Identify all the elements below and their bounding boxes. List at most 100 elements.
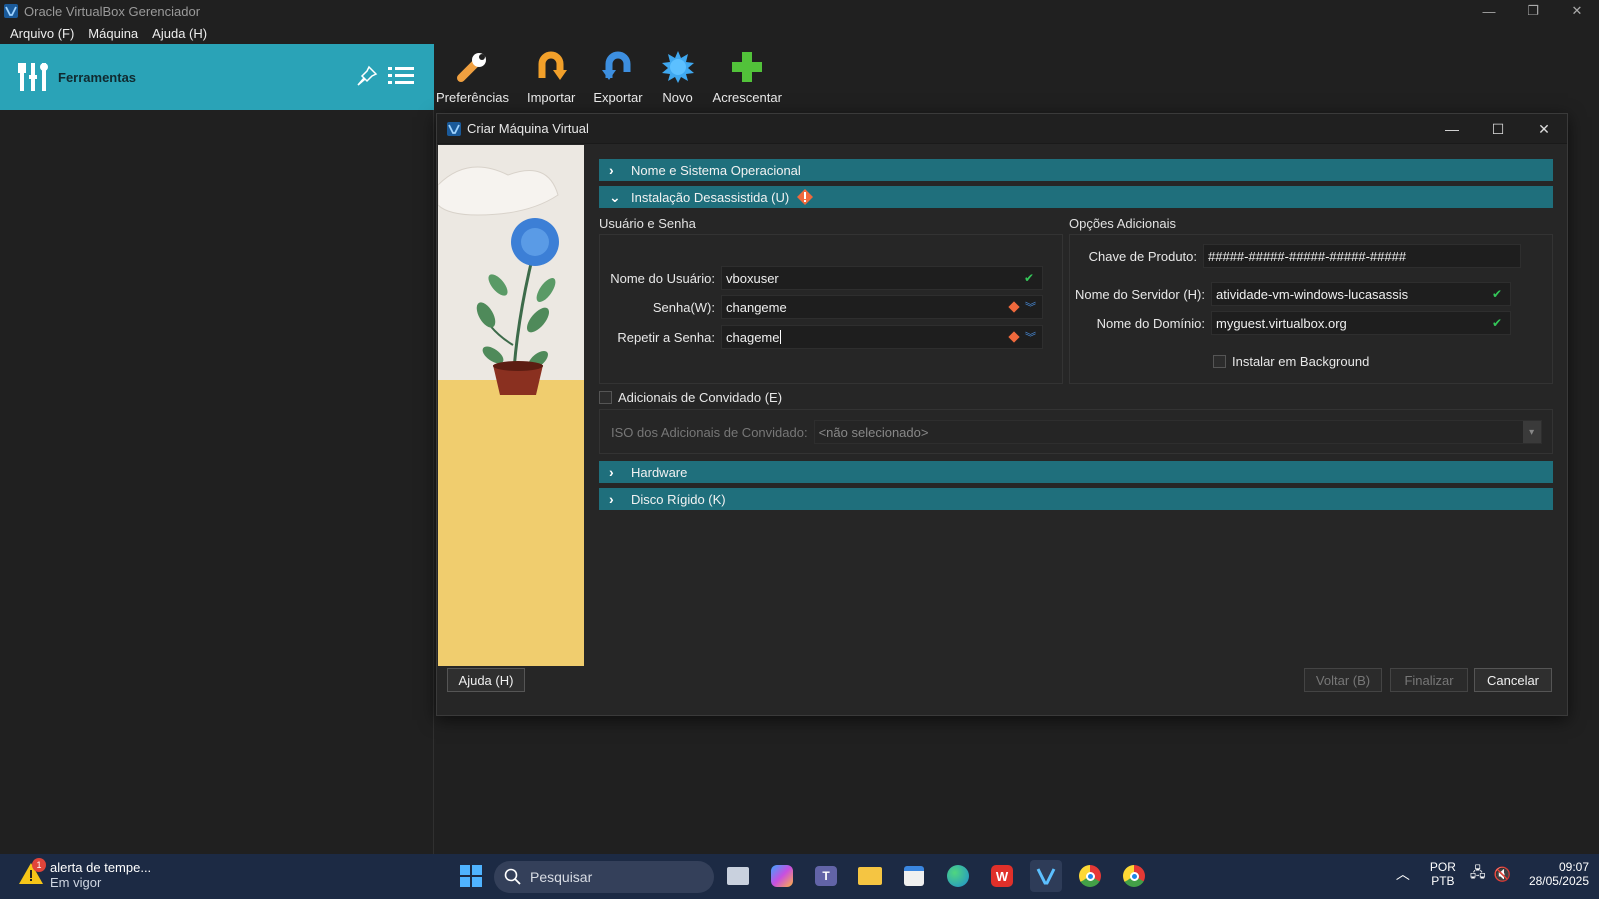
sidebar-item-tools[interactable]: Ferramentas bbox=[0, 44, 434, 110]
export-arrow-icon bbox=[601, 51, 631, 80]
password-row: Senha(W): changeme ︾ bbox=[599, 295, 1043, 319]
edge-icon[interactable] bbox=[942, 860, 974, 892]
menu-arquivo[interactable]: Arquivo (F) bbox=[10, 26, 74, 41]
sidebar: Ferramentas bbox=[0, 44, 434, 854]
repeat-password-field[interactable]: chageme ︾ bbox=[721, 325, 1043, 349]
virtualbox-icon bbox=[4, 4, 18, 18]
pin-icon[interactable] bbox=[355, 64, 379, 88]
product-key-label: Chave de Produto: bbox=[1088, 248, 1197, 264]
language-indicator[interactable]: POR PTB bbox=[1430, 860, 1456, 888]
system-tray: ︿ POR PTB 🖧 🔇 09:07 28/05/2025 bbox=[1396, 860, 1589, 888]
guest-additions-checkbox[interactable] bbox=[599, 391, 612, 404]
hostname-label: Nome do Servidor (H): bbox=[1074, 286, 1205, 302]
section-disk[interactable]: › Disco Rígido (K) bbox=[599, 488, 1553, 510]
guest-additions-label: Adicionais de Convidado (E) bbox=[618, 390, 783, 405]
list-menu-icon[interactable] bbox=[388, 64, 414, 88]
dialog-maximize-button[interactable]: ☐ bbox=[1475, 114, 1521, 144]
menu-ajuda[interactable]: Ajuda (H) bbox=[152, 26, 207, 41]
menu-maquina[interactable]: Máquina bbox=[88, 26, 138, 41]
iso-row: ISO dos Adicionais de Convidado: <não se… bbox=[611, 420, 1542, 444]
export-button[interactable]: Exportar bbox=[593, 44, 643, 110]
valid-check-icon: ✔ bbox=[1023, 271, 1034, 285]
valid-check-icon: ✔ bbox=[1491, 316, 1502, 330]
clock[interactable]: 09:07 28/05/2025 bbox=[1529, 860, 1589, 888]
product-key-field[interactable]: #####-#####-#####-#####-##### bbox=[1203, 244, 1521, 268]
weather-widget[interactable]: 1 alerta de tempe... Em vigor bbox=[18, 858, 152, 890]
windows-taskbar: 1 alerta de tempe... Em vigor Pesquisar … bbox=[0, 854, 1599, 899]
chevron-up-icon[interactable]: ︿ bbox=[1396, 864, 1410, 884]
add-button[interactable]: Acrescentar bbox=[713, 44, 782, 110]
dialog-close-button[interactable]: ✕ bbox=[1521, 114, 1567, 144]
password-field[interactable]: changeme ︾ bbox=[721, 295, 1043, 319]
wps-icon[interactable]: W bbox=[986, 860, 1018, 892]
network-icon[interactable]: 🖧 bbox=[1470, 862, 1486, 886]
windows-logo-icon bbox=[460, 865, 482, 887]
hostname-field[interactable]: atividade-vm-windows-lucasassis ✔ bbox=[1211, 282, 1511, 306]
dialog-title: Criar Máquina Virtual bbox=[467, 121, 589, 136]
volume-muted-icon[interactable]: 🔇 bbox=[1494, 866, 1511, 883]
chrome-icon[interactable] bbox=[1074, 860, 1106, 892]
restore-button[interactable]: ❐ bbox=[1511, 0, 1555, 22]
import-button[interactable]: Importar bbox=[527, 44, 575, 110]
username-field[interactable]: vboxuser ✔ bbox=[721, 266, 1043, 290]
section-hardware[interactable]: › Hardware bbox=[599, 461, 1553, 483]
warning-icon bbox=[797, 189, 814, 205]
hostname-row: Nome do Servidor (H): atividade-vm-windo… bbox=[1069, 282, 1511, 306]
create-vm-dialog: Criar Máquina Virtual — ☐ ✕ › Nome e Sis… bbox=[436, 113, 1568, 716]
plus-icon bbox=[732, 52, 763, 82]
error-diamond-icon bbox=[1008, 301, 1020, 313]
preferences-button[interactable]: Preferências bbox=[436, 44, 509, 110]
back-button[interactable]: Voltar (B) bbox=[1304, 668, 1382, 692]
new-starburst-icon bbox=[661, 51, 694, 83]
taskbar-search[interactable]: Pesquisar bbox=[494, 861, 714, 893]
show-password-icon[interactable]: ︾ bbox=[1025, 329, 1036, 345]
store-icon[interactable] bbox=[898, 860, 930, 892]
copilot-icon[interactable] bbox=[766, 860, 798, 892]
main-titlebar: Oracle VirtualBox Gerenciador — ❐ ✕ bbox=[0, 0, 1599, 22]
close-button[interactable]: ✕ bbox=[1555, 0, 1599, 22]
chevron-down-icon: ⌄ bbox=[609, 188, 621, 205]
finish-button[interactable]: Finalizar bbox=[1390, 668, 1468, 692]
background-install-checkbox[interactable] bbox=[1213, 355, 1226, 368]
weather-subtitle: Em vigor bbox=[50, 875, 102, 890]
dialog-minimize-button[interactable]: — bbox=[1429, 114, 1475, 144]
chrome-profile-icon[interactable] bbox=[1118, 860, 1150, 892]
virtualbox-taskbar-icon[interactable] bbox=[1030, 860, 1062, 892]
wizard-illustration bbox=[438, 145, 584, 666]
cancel-button[interactable]: Cancelar bbox=[1474, 668, 1552, 692]
virtualbox-icon bbox=[447, 121, 461, 136]
search-icon bbox=[504, 868, 521, 885]
help-button[interactable]: Ajuda (H) bbox=[447, 668, 525, 692]
username-row: Nome do Usuário: vboxuser ✔ bbox=[599, 266, 1043, 290]
extra-group-title: Opções Adicionais bbox=[1069, 216, 1176, 231]
product-key-row: Chave de Produto: #####-#####-#####-####… bbox=[1069, 244, 1521, 268]
section-name-os[interactable]: › Nome e Sistema Operacional bbox=[599, 159, 1553, 181]
background-install-row[interactable]: Instalar em Background bbox=[1213, 354, 1369, 369]
chevron-right-icon: › bbox=[609, 464, 614, 480]
new-button[interactable]: Novo bbox=[661, 44, 695, 110]
import-arrow-icon bbox=[538, 51, 568, 80]
tools-icon bbox=[18, 63, 48, 91]
teams-icon[interactable]: T bbox=[810, 860, 842, 892]
guest-additions-row[interactable]: Adicionais de Convidado (E) bbox=[599, 390, 782, 405]
section-unattended[interactable]: ⌄ Instalação Desassistida (U) bbox=[599, 186, 1553, 208]
repeat-password-row: Repetir a Senha: chageme ︾ bbox=[599, 325, 1043, 349]
error-diamond-icon bbox=[1008, 331, 1020, 343]
task-view-icon[interactable] bbox=[722, 860, 754, 892]
show-password-icon[interactable]: ︾ bbox=[1025, 299, 1036, 315]
file-explorer-icon[interactable] bbox=[854, 860, 886, 892]
start-button[interactable] bbox=[455, 860, 487, 892]
wrench-icon bbox=[457, 53, 487, 82]
domain-row: Nome do Domínio: myguest.virtualbox.org … bbox=[1069, 311, 1511, 335]
domain-label: Nome do Domínio: bbox=[1096, 315, 1205, 331]
minimize-button[interactable]: — bbox=[1467, 0, 1511, 22]
domain-field[interactable]: myguest.virtualbox.org ✔ bbox=[1211, 311, 1511, 335]
dialog-titlebar: Criar Máquina Virtual — ☐ ✕ bbox=[437, 114, 1567, 144]
dropdown-arrow-icon[interactable]: ▾ bbox=[1522, 421, 1541, 443]
background-install-label: Instalar em Background bbox=[1232, 354, 1370, 369]
weather-title: alerta de tempe... bbox=[50, 860, 152, 875]
text-cursor bbox=[780, 330, 782, 344]
iso-select[interactable]: <não selecionado> ▾ bbox=[813, 420, 1542, 444]
valid-check-icon: ✔ bbox=[1491, 287, 1502, 301]
plant-illustration bbox=[438, 166, 559, 395]
